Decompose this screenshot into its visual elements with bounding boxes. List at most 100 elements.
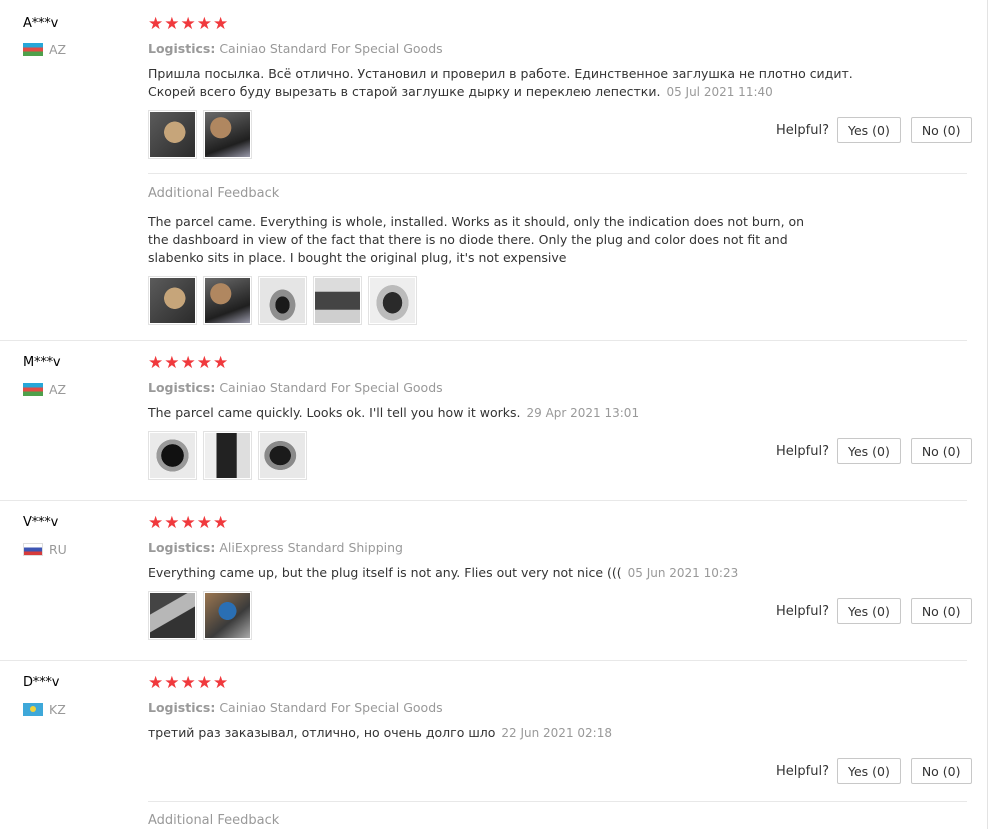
review-photos xyxy=(148,431,307,480)
helpful-controls: Helpful? Yes (0) No (0) xyxy=(776,758,972,784)
review-photo[interactable] xyxy=(148,431,197,480)
star-icon: ★ xyxy=(164,513,180,533)
review-photo[interactable] xyxy=(203,431,252,480)
review-date: 22 Jun 2021 02:18 xyxy=(501,726,612,740)
review-date: 29 Apr 2021 13:01 xyxy=(526,406,640,420)
logistics-info: Logistics: Cainiao Standard For Special … xyxy=(148,41,443,56)
country-code: AZ xyxy=(49,42,67,57)
helpful-no-button[interactable]: No (0) xyxy=(910,438,972,464)
helpful-no-button[interactable]: No (0) xyxy=(910,758,972,784)
reviewer-name: A***v xyxy=(23,16,59,31)
helpful-no-button[interactable]: No (0) xyxy=(910,598,972,624)
review-photo[interactable] xyxy=(203,276,252,325)
flag-az-icon xyxy=(23,43,43,56)
additional-feedback-title: Additional Feedback xyxy=(148,186,280,201)
flag-ru-icon xyxy=(23,543,43,556)
helpful-label: Helpful? xyxy=(776,763,829,779)
helpful-no-button[interactable]: No (0) xyxy=(910,117,972,143)
logistics-label: Logistics: xyxy=(148,380,216,395)
star-icon: ★ xyxy=(164,14,180,34)
helpful-label: Helpful? xyxy=(776,603,829,619)
star-icon: ★ xyxy=(196,353,212,373)
review-body: третий раз заказывал, отлично, но очень … xyxy=(148,725,496,740)
section-divider xyxy=(148,173,967,174)
additional-photos xyxy=(148,276,417,325)
helpful-yes-button[interactable]: Yes (0) xyxy=(836,598,901,624)
country-code: KZ xyxy=(49,702,66,717)
helpful-controls: Helpful? Yes (0) No (0) xyxy=(776,438,972,464)
flag-az-icon xyxy=(23,383,43,396)
star-rating: ★ ★ ★ ★ ★ xyxy=(148,16,228,33)
reviewer-name: M***v xyxy=(23,355,61,370)
star-icon: ★ xyxy=(148,673,164,693)
reviewer-name: V***v xyxy=(23,515,59,530)
reviewer-country: RU xyxy=(23,542,67,557)
additional-feedback-title: Additional Feedback xyxy=(148,813,280,828)
logistics-info: Logistics: AliExpress Standard Shipping xyxy=(148,540,403,555)
star-icon: ★ xyxy=(213,673,229,693)
logistics-info: Logistics: Cainiao Standard For Special … xyxy=(148,380,443,395)
review-photo[interactable] xyxy=(148,276,197,325)
review-photos xyxy=(148,591,252,640)
logistics-value: Cainiao Standard For Special Goods xyxy=(219,41,443,56)
star-icon: ★ xyxy=(148,353,164,373)
star-icon: ★ xyxy=(196,14,212,34)
review-body: The parcel came quickly. Looks ok. I'll … xyxy=(148,405,521,420)
review-text: третий раз заказывал, отлично, но очень … xyxy=(148,724,868,742)
review-photo[interactable] xyxy=(148,110,197,159)
star-rating: ★ ★ ★ ★ ★ xyxy=(148,355,228,372)
review-photo[interactable] xyxy=(313,276,362,325)
logistics-value: Cainiao Standard For Special Goods xyxy=(219,380,443,395)
helpful-label: Helpful? xyxy=(776,122,829,138)
review-divider xyxy=(0,340,967,341)
star-rating: ★ ★ ★ ★ ★ xyxy=(148,675,228,692)
star-icon: ★ xyxy=(148,513,164,533)
star-icon: ★ xyxy=(180,513,196,533)
star-rating: ★ ★ ★ ★ ★ xyxy=(148,515,228,532)
star-icon: ★ xyxy=(180,353,196,373)
star-icon: ★ xyxy=(196,673,212,693)
flag-kz-icon xyxy=(23,703,43,716)
logistics-label: Logistics: xyxy=(148,700,216,715)
review-photos xyxy=(148,110,252,159)
review-date: 05 Jun 2021 10:23 xyxy=(627,566,739,580)
review-body: Everything came up, but the plug itself … xyxy=(148,565,622,580)
star-icon: ★ xyxy=(148,14,164,34)
star-icon: ★ xyxy=(180,673,196,693)
review-photo[interactable] xyxy=(258,276,307,325)
logistics-value: AliExpress Standard Shipping xyxy=(219,540,403,555)
reviewer-country: KZ xyxy=(23,702,66,717)
review-photo[interactable] xyxy=(203,110,252,159)
star-icon: ★ xyxy=(164,353,180,373)
helpful-yes-button[interactable]: Yes (0) xyxy=(836,117,901,143)
logistics-label: Logistics: xyxy=(148,41,216,56)
reviewer-country: AZ xyxy=(23,42,66,57)
review-text: Everything came up, but the plug itself … xyxy=(148,564,868,582)
logistics-value: Cainiao Standard For Special Goods xyxy=(219,700,443,715)
star-icon: ★ xyxy=(213,14,229,34)
review-divider xyxy=(0,660,967,661)
review-date: 05 Jul 2021 11:40 xyxy=(666,85,773,99)
helpful-yes-button[interactable]: Yes (0) xyxy=(836,438,901,464)
review-divider xyxy=(0,500,967,501)
star-icon: ★ xyxy=(180,14,196,34)
helpful-controls: Helpful? Yes (0) No (0) xyxy=(776,117,972,143)
review-photo[interactable] xyxy=(368,276,417,325)
country-code: AZ xyxy=(49,382,67,397)
review-photo[interactable] xyxy=(258,431,307,480)
review-text: Пришла посылка. Всё отлично. Установил и… xyxy=(148,65,868,101)
reviewer-country: AZ xyxy=(23,382,66,397)
helpful-label: Helpful? xyxy=(776,443,829,459)
additional-feedback-text: The parcel came. Everything is whole, in… xyxy=(148,214,805,265)
logistics-label: Logistics: xyxy=(148,540,216,555)
reviewer-name: D***v xyxy=(23,675,60,690)
star-icon: ★ xyxy=(196,513,212,533)
star-icon: ★ xyxy=(213,353,229,373)
helpful-yes-button[interactable]: Yes (0) xyxy=(836,758,901,784)
star-icon: ★ xyxy=(164,673,180,693)
review-text: The parcel came quickly. Looks ok. I'll … xyxy=(148,404,868,422)
review-photo[interactable] xyxy=(203,591,252,640)
star-icon: ★ xyxy=(213,513,229,533)
review-photo[interactable] xyxy=(148,591,197,640)
logistics-info: Logistics: Cainiao Standard For Special … xyxy=(148,700,443,715)
